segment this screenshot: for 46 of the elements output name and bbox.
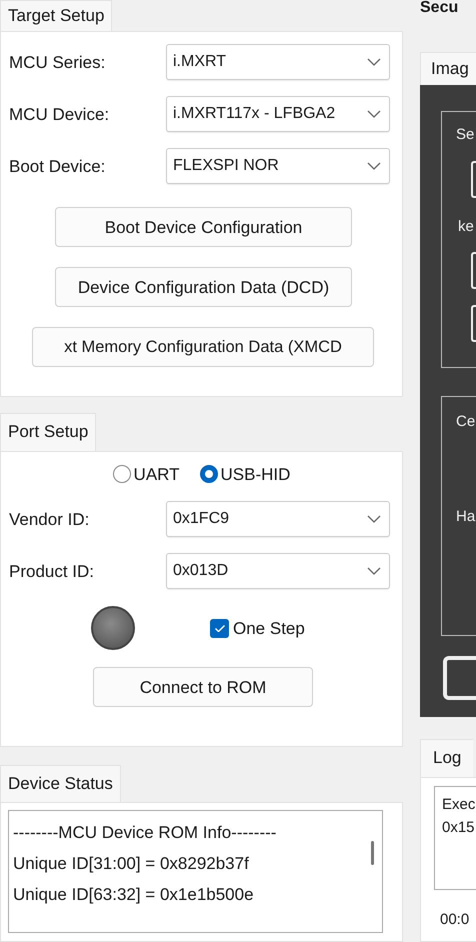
checkbox[interactable] (210, 618, 229, 638)
log-line: 0x15 (442, 818, 476, 838)
chevron-down-icon (367, 515, 381, 524)
group-label: ke (458, 216, 474, 237)
field-label: Vendor ID: (8, 508, 90, 531)
group-label: Se (456, 125, 474, 146)
chevron-down-icon (367, 567, 381, 576)
chevron-down-icon (367, 58, 381, 66)
status-light-icon (90, 605, 136, 652)
status-line: Unique ID[31:00] = 0x8292b37f (13, 853, 249, 876)
section-heading: Secu (420, 0, 458, 18)
panel-button[interactable] (443, 656, 476, 700)
config-button[interactable]: Device Configuration Data (DCD) (55, 267, 352, 308)
panel-tab[interactable]: Device Status (0, 764, 121, 802)
field-label: MCU Device: (8, 104, 110, 126)
status-line: Unique ID[63:32] = 0x1e1b500e (13, 884, 254, 906)
checkbox-label[interactable]: One Step (233, 616, 305, 642)
dropdown-field[interactable]: 0x1FC9 (166, 501, 390, 538)
status-line: --------MCU Device ROM Info-------- (13, 822, 276, 844)
field-label: Boot Device: (8, 156, 106, 178)
group-label: Ce (456, 412, 476, 432)
chevron-down-icon (367, 110, 381, 118)
radio-option[interactable]: USB-HID (200, 462, 290, 488)
radio-option[interactable]: UART (112, 462, 180, 488)
log-line: Exec (442, 794, 476, 815)
dropdown-field[interactable]: i.MXRT117x - LFBGA2 (166, 96, 390, 132)
input-field[interactable] (471, 160, 476, 198)
config-button[interactable]: xt Memory Configuration Data (XMCD (32, 327, 374, 368)
panel-tab[interactable]: Log (420, 739, 474, 777)
log-time: 00:0 (440, 910, 470, 930)
check-icon (214, 624, 224, 632)
group-label: Ha (456, 506, 476, 527)
input-field[interactable] (471, 305, 476, 342)
connect-button[interactable]: Connect to ROM (93, 667, 313, 708)
chevron-down-icon (367, 162, 381, 170)
field-label: MCU Series: (8, 52, 106, 74)
scrollbar-thumb[interactable] (371, 841, 374, 866)
input-field[interactable] (471, 252, 476, 290)
panel-tab[interactable]: Target Setup (0, 0, 112, 32)
panel-tab[interactable]: Port Setup (0, 413, 96, 451)
dropdown-field[interactable]: i.MXRT (166, 44, 390, 80)
dropdown-field[interactable]: 0x013D (166, 553, 390, 590)
dropdown-field[interactable]: FLEXSPI NOR (166, 148, 390, 184)
field-label: Product ID: (8, 560, 96, 583)
panel-tab[interactable]: Imag (420, 52, 476, 86)
config-button[interactable]: Boot Device Configuration (55, 207, 352, 248)
